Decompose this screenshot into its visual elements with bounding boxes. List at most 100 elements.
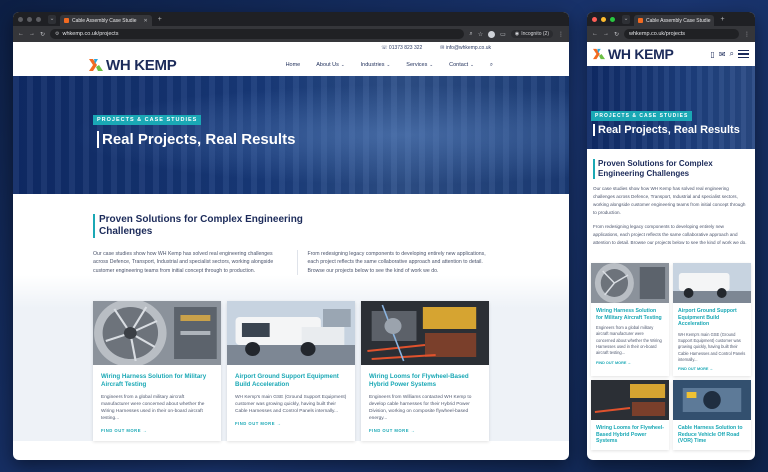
search-icon[interactable]: ⌕	[490, 62, 493, 69]
case-study-grid: Wiring Harness Solution for Military Air…	[13, 275, 569, 442]
case-study-card[interactable]: Wiring Looms for Flywheel-Based Hybrid P…	[361, 301, 489, 442]
find-out-more-link[interactable]: FIND OUT MORE →	[596, 361, 664, 365]
reload-icon[interactable]: ↻	[614, 31, 619, 38]
card-excerpt: Engineers from a global military aircraf…	[596, 325, 662, 356]
case-study-card[interactable]: Wiring Looms for Flywheel-Based Hybrid P…	[591, 380, 669, 451]
browser-tab[interactable]: Cable Assembly Case Studie ✕	[60, 15, 152, 26]
jet-engine-image	[93, 301, 221, 366]
menu-kebab-icon[interactable]: ⋮	[744, 31, 750, 38]
card-title: Airport Ground Support Equipment Build A…	[678, 308, 737, 328]
new-tab-icon[interactable]: +	[720, 16, 724, 23]
card-excerpt: WH Kemp's main GSE (Ground Support Equip…	[678, 331, 746, 362]
window-zoom-dot[interactable]	[610, 16, 615, 22]
intro-paragraph-1: Our case studies show how WH Kemp has so…	[593, 186, 746, 215]
address-toolbar: ← → ↻ whkemp.co.uk/projects ⋮	[587, 26, 755, 42]
address-bar[interactable]: ⚙ whkemp.co.uk/projects	[50, 29, 465, 39]
menu-kebab-icon[interactable]: ⋮	[558, 31, 564, 38]
chevron-down-icon: ⌄	[470, 62, 474, 67]
forward-icon[interactable]: →	[603, 31, 609, 37]
window-close-dot[interactable]	[18, 16, 23, 22]
url-text: whkemp.co.uk/projects	[62, 31, 119, 37]
case-study-card[interactable]: Cable Harness Solution to Reduce Vehicle…	[673, 380, 751, 451]
menu-contact-label: Contact	[449, 62, 469, 68]
tab-bar: ⌄ Cable Assembly Case Studie +	[587, 12, 755, 26]
intro-heading: Proven Solutions for Complex Engineering…	[593, 159, 749, 179]
intro-paragraph-1: Our case studies show how WH Kemp has so…	[93, 251, 274, 274]
flywheel-power-system-image	[591, 380, 669, 421]
window-minimize-dot[interactable]	[601, 16, 606, 22]
split-view-icon[interactable]: ▭	[500, 31, 506, 38]
logo-text: WH KEMP	[106, 56, 177, 74]
phone-number: 01373 823 322	[388, 45, 423, 51]
card-excerpt: WH Kemp's main GSE (Ground Support Equip…	[235, 395, 347, 415]
back-icon[interactable]: ←	[18, 31, 24, 37]
hamburger-menu-icon[interactable]	[738, 50, 749, 58]
menu-industries-label: Industries	[360, 62, 385, 68]
case-study-card[interactable]: Airport Ground Support Equipment Build A…	[227, 301, 355, 442]
email-icon: ✉	[440, 45, 445, 51]
find-out-more-link[interactable]: FIND OUT MORE →	[678, 367, 746, 371]
search-icon[interactable]: ⌕	[730, 49, 734, 59]
address-bar[interactable]: whkemp.co.uk/projects	[624, 29, 739, 39]
logo-text: WH KEMP	[608, 46, 674, 62]
menu-about-us-label: About Us	[316, 62, 339, 68]
profile-avatar[interactable]	[488, 30, 496, 38]
browser-tab[interactable]: Cable Assembly Case Studie	[634, 15, 715, 26]
find-out-more-link[interactable]: FIND OUT MORE →	[369, 428, 481, 433]
menu-home[interactable]: Home	[286, 62, 301, 68]
zoom-icon[interactable]: ⌕	[469, 31, 472, 38]
email-link[interactable]: ✉ info@whkemp.co.uk	[440, 45, 491, 51]
address-toolbar: ← → ↻ ⚙ whkemp.co.uk/projects ⌕ ☆ ▭ ◉ In…	[13, 26, 569, 42]
menu-industries[interactable]: Industries ⌄	[361, 62, 391, 68]
find-out-more-link[interactable]: FIND OUT MORE →	[101, 428, 213, 433]
intro-section: Proven Solutions for Complex Engineering…	[587, 149, 755, 247]
forward-icon[interactable]: →	[29, 31, 35, 37]
bookmark-star-icon[interactable]: ☆	[478, 31, 483, 38]
menu-services[interactable]: Services ⌄	[406, 62, 433, 68]
hero-title: Real Projects, Real Results	[593, 124, 740, 136]
site-logo[interactable]: WH KEMP	[89, 56, 177, 74]
hero-badge: PROJECTS & CASE STUDIES	[591, 111, 693, 121]
site-info-icon[interactable]: ⚙	[55, 31, 59, 37]
card-excerpt: Engineers from Williams contacted WH Kem…	[369, 395, 472, 422]
incognito-icon: ◉	[514, 31, 520, 37]
intro-paragraph-2: From redesigning legacy components to de…	[593, 224, 747, 245]
incognito-indicator[interactable]: ◉ Incognito (2)	[510, 30, 553, 38]
phone-link[interactable]: ☏ 01373 823 322	[381, 45, 422, 51]
phone-icon: ☏	[381, 45, 388, 51]
card-title: Airport Ground Support Equipment Build A…	[235, 373, 339, 389]
hero-title: Real Projects, Real Results	[97, 131, 295, 148]
card-excerpt: Engineers from a global military aircraf…	[101, 395, 205, 422]
flywheel-power-system-image	[361, 301, 489, 366]
window-zoom-dot[interactable]	[36, 16, 41, 22]
reload-icon[interactable]: ↻	[40, 31, 45, 38]
find-out-more-link[interactable]: FIND OUT MORE →	[235, 421, 347, 426]
url-text: whkemp.co.uk/projects	[629, 31, 685, 37]
window-minimize-dot[interactable]	[27, 16, 32, 22]
tab-title: Cable Assembly Case Studie	[72, 17, 137, 24]
hero-banner: PROJECTS & CASE STUDIES Real Projects, R…	[587, 66, 755, 149]
jet-engine-image	[591, 263, 669, 303]
card-title: Wiring Harness Solution for Military Air…	[596, 308, 662, 321]
new-tab-icon[interactable]: +	[158, 16, 162, 23]
mobile-browser-window: ⌄ Cable Assembly Case Studie + ← → ↻ whk…	[587, 12, 755, 460]
hero-banner: PROJECTS & CASE STUDIES Real Projects, R…	[13, 76, 569, 194]
case-study-card[interactable]: Wiring Harness Solution for Military Air…	[93, 301, 221, 442]
email-icon[interactable]: ✉	[719, 50, 726, 59]
card-title: Cable Harness Solution to Reduce Vehicle…	[678, 425, 743, 445]
intro-heading: Proven Solutions for Complex Engineering…	[93, 214, 323, 238]
case-study-card[interactable]: Wiring Harness Solution for Military Air…	[591, 263, 669, 377]
site-logo[interactable]: WH KEMP	[593, 46, 674, 62]
window-close-dot[interactable]	[592, 16, 597, 22]
intro-paragraph-2: From redesigning legacy components to de…	[296, 250, 490, 276]
case-study-card[interactable]: Airport Ground Support Equipment Build A…	[673, 263, 751, 377]
menu-about-us[interactable]: About Us ⌄	[316, 62, 344, 68]
tab-list-chevron-icon[interactable]: ⌄	[48, 14, 56, 24]
back-icon[interactable]: ←	[592, 31, 598, 37]
tab-close-icon[interactable]: ✕	[143, 18, 147, 24]
chevron-down-icon: ⌄	[340, 62, 345, 67]
phone-icon[interactable]: ▯	[710, 50, 714, 59]
tab-list-chevron-icon[interactable]: ⌄	[622, 14, 630, 24]
mobile-navigation: WH KEMP ▯ ✉ ⌕	[587, 42, 755, 66]
menu-contact[interactable]: Contact ⌄	[449, 62, 474, 68]
